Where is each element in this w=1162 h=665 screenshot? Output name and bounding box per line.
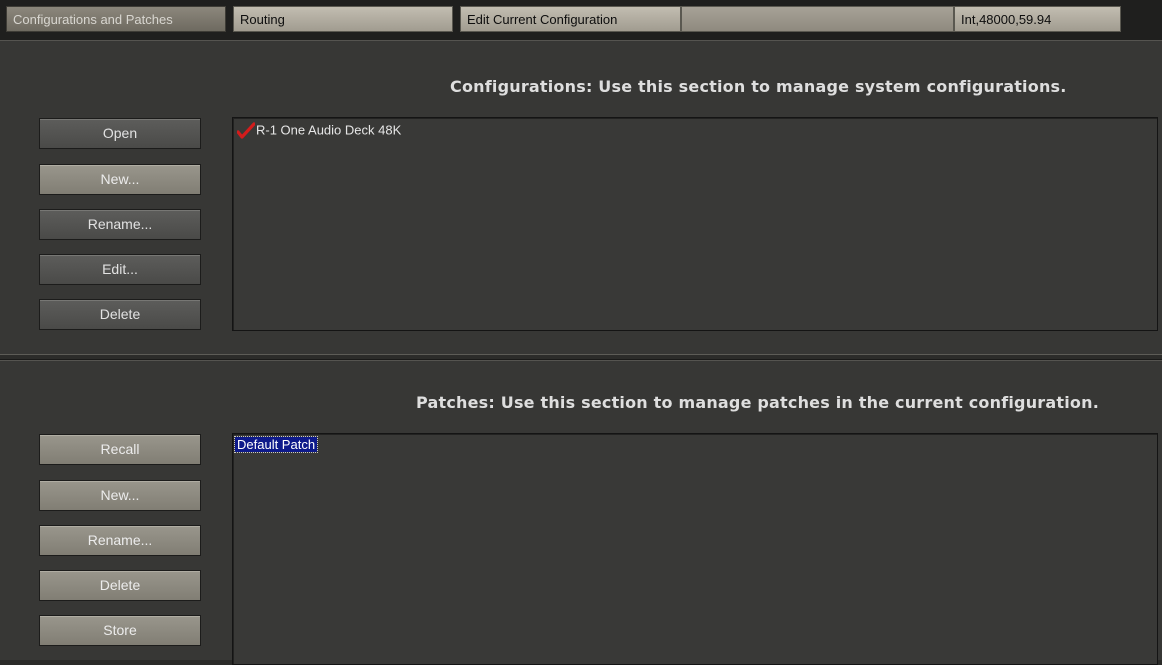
delete-configuration-button[interactable]: Delete xyxy=(39,299,201,330)
rename-configuration-button[interactable]: Rename... xyxy=(39,209,201,240)
configuration-name: R-1 One Audio Deck 48K xyxy=(256,122,402,138)
configurations-section: Configurations: Use this section to mana… xyxy=(0,40,1162,355)
rename-patch-button[interactable]: Rename... xyxy=(39,525,201,556)
patches-section: Patches: Use this section to manage patc… xyxy=(0,360,1162,665)
patches-list[interactable]: Default Patch xyxy=(232,433,1158,665)
sync-status-display: Int,48000,59.94 xyxy=(954,6,1121,32)
tab-configurations-and-patches[interactable]: Configurations and Patches xyxy=(6,6,226,32)
list-item[interactable]: Default Patch xyxy=(233,436,319,453)
new-patch-button[interactable]: New... xyxy=(39,480,201,511)
tab-routing[interactable]: Routing xyxy=(233,6,453,32)
patches-section-title: Patches: Use this section to manage patc… xyxy=(416,393,1099,412)
configurations-list[interactable]: R-1 One Audio Deck 48K xyxy=(232,117,1158,331)
list-item[interactable]: R-1 One Audio Deck 48K xyxy=(236,122,402,140)
tab-edit-current-configuration[interactable]: Edit Current Configuration xyxy=(460,6,681,32)
recall-patch-button[interactable]: Recall xyxy=(39,434,201,465)
edit-configuration-button[interactable]: Edit... xyxy=(39,254,201,285)
configurations-section-title: Configurations: Use this section to mana… xyxy=(450,77,1067,96)
new-configuration-button[interactable]: New... xyxy=(39,164,201,195)
checkmark-icon xyxy=(236,122,256,140)
store-patch-button[interactable]: Store xyxy=(39,615,201,646)
tab-bar-empty-slot xyxy=(681,6,954,32)
open-configuration-button[interactable]: Open xyxy=(39,118,201,149)
top-tab-bar: Configurations and Patches Routing Edit … xyxy=(0,0,1162,40)
patch-name: Default Patch xyxy=(233,436,319,453)
delete-patch-button[interactable]: Delete xyxy=(39,570,201,601)
